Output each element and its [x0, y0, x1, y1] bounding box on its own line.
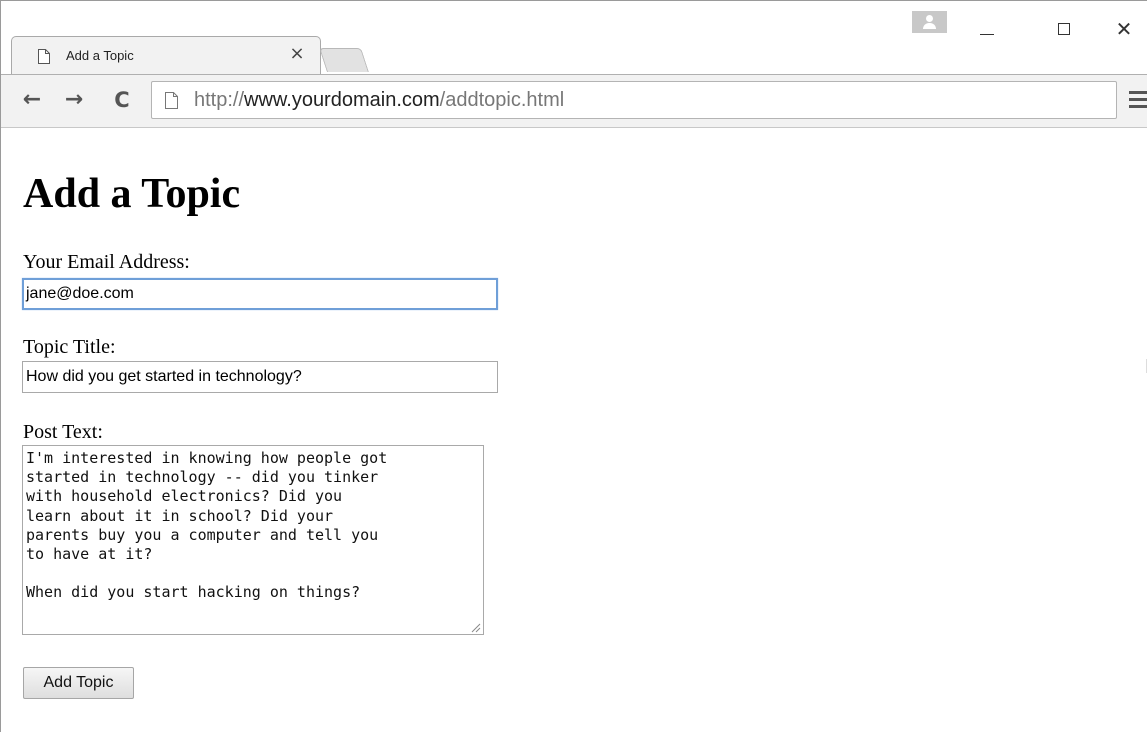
tab-close-icon[interactable]: × [288, 43, 306, 64]
post-text-label: Post Text: [23, 421, 103, 443]
profile-icon[interactable] [912, 11, 947, 33]
url-host: www.yourdomain.com [244, 89, 440, 111]
add-topic-button[interactable]: Add Topic [23, 667, 134, 699]
back-arrow-icon[interactable]: ← [19, 87, 45, 113]
reload-icon[interactable]: C [109, 87, 135, 113]
address-bar[interactable]: http://www.yourdomain.com/addtopic.html [151, 81, 1117, 119]
url-text[interactable]: http://www.yourdomain.com/addtopic.html [194, 89, 564, 112]
page-title: Add a Topic [23, 171, 241, 217]
url-path: /addtopic.html [439, 89, 565, 111]
topic-title-label: Topic Title: [23, 336, 116, 358]
page-content: Add a Topic Your Email Address: jane@doe… [1, 129, 1147, 732]
page-icon [165, 92, 178, 109]
email-field[interactable]: jane@doe.com [22, 278, 498, 310]
post-text-area[interactable]: I'm interested in knowing how people got… [22, 445, 484, 635]
menu-icon[interactable] [1129, 87, 1147, 113]
topic-title-field[interactable]: How did you get started in technology? [22, 361, 498, 393]
new-tab-button[interactable] [319, 48, 369, 72]
tab-add-a-topic[interactable]: Add a Topic × [11, 36, 321, 74]
forward-arrow-icon[interactable]: → [61, 87, 87, 113]
tab-title: Add a Topic [66, 48, 134, 63]
maximize-icon [1058, 23, 1070, 35]
page-icon [38, 49, 50, 64]
url-scheme: http:// [194, 89, 245, 111]
close-window-button[interactable]: ✕ [1104, 15, 1144, 43]
email-label: Your Email Address: [23, 251, 190, 273]
browser-titlebar: Add a Topic × ✕ [1, 1, 1147, 77]
resize-grip-icon[interactable] [469, 621, 481, 633]
minimize-button[interactable] [967, 15, 1007, 43]
maximize-button[interactable] [1045, 15, 1085, 43]
browser-toolbar: ← → C http://www.yourdomain.com/addtopic… [1, 74, 1147, 128]
browser-window: Add a Topic × ✕ ← → C http://www.yourdom… [0, 0, 1147, 732]
minimize-icon [980, 34, 994, 35]
